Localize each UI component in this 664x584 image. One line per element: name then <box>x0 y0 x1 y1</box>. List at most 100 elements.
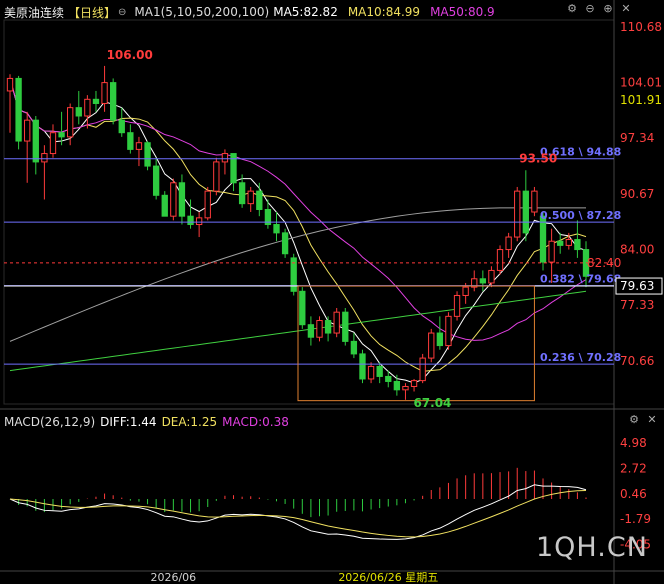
candle-body <box>333 311 340 334</box>
candle-body <box>161 194 168 217</box>
settings-icon[interactable]: ⚙ <box>628 414 640 426</box>
minus-icon[interactable]: ⊖ <box>584 3 596 15</box>
candle-body <box>58 132 65 138</box>
candle-body <box>462 286 469 296</box>
candle-body <box>187 215 194 226</box>
candle-body <box>118 119 125 134</box>
candle-body <box>92 98 100 104</box>
candle-body <box>316 320 323 338</box>
candle-body <box>307 324 315 338</box>
candle-body <box>32 119 39 163</box>
candle-body <box>49 132 57 155</box>
ma50-value: MA50:80.9 <box>430 5 495 19</box>
plus-icon[interactable]: ⊕ <box>602 3 614 15</box>
candle-body <box>453 294 461 317</box>
candle-body <box>565 239 572 246</box>
chart-canvas: 0.618 \ 94.880.500 \ 87.280.382 \ 79.680… <box>0 0 664 584</box>
period-toggle-icon[interactable]: ⊖ <box>118 7 126 18</box>
candle-body <box>410 380 418 387</box>
macd-header: MACD(26,12,9) DIFF:1.44 DEA:1.25 MACD:0.… <box>4 414 294 430</box>
price-tick-label: 110.68 <box>620 20 662 34</box>
candle-body <box>522 190 529 234</box>
high-annotation: 106.00 <box>107 48 153 62</box>
macd-label: MACD(26,12,9) <box>4 415 96 429</box>
candle-body <box>281 232 289 255</box>
candle-body <box>247 190 254 205</box>
candle-body <box>273 224 280 234</box>
candle-body <box>299 290 306 326</box>
candle-body <box>445 315 452 347</box>
candle-body <box>436 332 444 347</box>
candle-body <box>195 217 203 226</box>
candle-body <box>574 239 581 251</box>
high-annotation: 93.50 <box>519 151 557 165</box>
candle-body <box>428 332 435 359</box>
toolbar-icons: ⚙ ⊖ ⊕ ✕ <box>566 3 632 15</box>
fib-level-label: 0.236 \ 70.28 <box>540 351 621 364</box>
candle-body <box>109 82 117 121</box>
candle-body <box>496 249 504 271</box>
candle-body <box>419 357 426 382</box>
candle-body <box>6 77 14 92</box>
macd-tick-label: 0.46 <box>620 487 647 501</box>
candle-body <box>230 153 237 184</box>
candle-body <box>385 375 392 382</box>
candle-body <box>376 365 383 377</box>
candle-body <box>359 353 366 380</box>
candle-body <box>479 278 487 284</box>
fib-level-label: 0.500 \ 87.28 <box>540 209 621 222</box>
stop-price-label: 82.40 <box>587 256 621 270</box>
fib-level-label: 0.382 \ 79.68 <box>540 273 621 286</box>
axis-layer: 110.68 104.01 97.34 90.67 84.00 77.33 70.66 101… <box>150 20 663 584</box>
price-tick-label: 84.00 <box>620 243 654 257</box>
main-grid <box>0 0 664 584</box>
price-tick-label: 70.66 <box>620 354 654 368</box>
candle-body <box>101 82 108 104</box>
candle-body <box>75 107 82 117</box>
watermark: 1QH.CN <box>536 532 648 563</box>
candle-body <box>204 190 211 219</box>
candle-body <box>342 311 349 342</box>
macd-dea: DEA:1.25 <box>161 415 218 429</box>
macd-tick-label: -1.79 <box>620 512 651 526</box>
candle-body <box>170 182 177 217</box>
low-annotation: 67.04 <box>413 396 451 410</box>
candle-body <box>256 190 263 210</box>
price-tick-label: 90.67 <box>620 187 654 201</box>
ma5-value: MA5:82.82 <box>273 5 338 19</box>
candle-body <box>178 182 186 217</box>
instrument-name: 美原油连续 <box>4 5 65 20</box>
close-icon[interactable]: ✕ <box>620 3 632 15</box>
x-axis-label: 2026/06 <box>150 571 196 584</box>
candle-body <box>350 340 358 355</box>
candle-body <box>84 98 91 117</box>
candle-body <box>15 77 22 142</box>
candle-body <box>367 365 375 380</box>
candle-body <box>221 153 229 163</box>
price-tick-label: 104.01 <box>620 76 662 90</box>
candle-body <box>402 385 409 391</box>
candle-body <box>67 107 74 138</box>
settings-icon[interactable]: ⚙ <box>566 3 578 15</box>
x-axis-label: 2026/06/26 星期五 <box>338 571 438 584</box>
candle-body <box>505 236 512 251</box>
macd-tick-label: 4.98 <box>620 436 647 450</box>
candle-body <box>238 182 246 205</box>
close-icon[interactable]: ✕ <box>646 414 658 426</box>
prev-price-tag-label: 101.91 <box>620 93 662 107</box>
candle-body <box>152 165 160 196</box>
ma10-value: MA10:84.99 <box>347 5 421 19</box>
macd-tick-label: 2.72 <box>620 461 647 475</box>
macd-diff: DIFF:1.44 <box>100 415 157 429</box>
candle-body <box>127 132 134 150</box>
candle-body <box>324 320 332 334</box>
candle-body <box>539 215 547 263</box>
candle-body <box>393 380 401 391</box>
period-selector[interactable]: 【日线】 <box>68 4 116 21</box>
macd-value: MACD:0.38 <box>222 415 289 429</box>
candle-body <box>548 240 555 263</box>
candle-body <box>514 190 521 238</box>
candle-body <box>488 269 495 284</box>
main-header: 美原油连续 【日线】 ⊖ MA1(5,10,50,200,100) MA5:82… <box>4 3 499 21</box>
candle-body <box>135 142 143 150</box>
